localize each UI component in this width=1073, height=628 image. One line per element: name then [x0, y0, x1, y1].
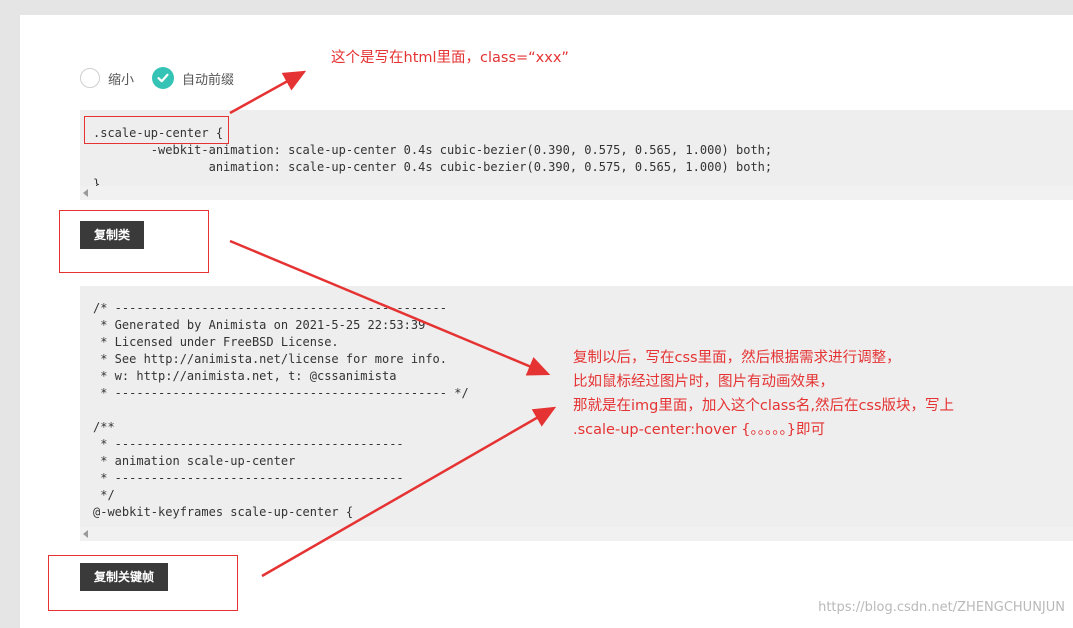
code-line: @-webkit-keyframes scale-up-center {	[93, 505, 354, 519]
code-line: /* -------------------------------------…	[93, 301, 448, 315]
shrink-option[interactable]: 缩小	[80, 66, 134, 90]
watermark: https://blog.csdn.net/ZHENGCHUNJUN	[818, 600, 1065, 615]
scroll-left-icon[interactable]	[83, 530, 88, 538]
class-name-highlight-box	[84, 116, 229, 144]
shrink-radio[interactable]	[80, 68, 100, 88]
code-line: * Generated by Animista on 2021-5-25 22:…	[93, 318, 426, 332]
keyframes-code: /* -------------------------------------…	[93, 300, 469, 521]
keyframes-code-scrollbar[interactable]	[80, 527, 1073, 541]
note-line: .scale-up-center:hover {。。。。。}即可	[573, 422, 825, 438]
code-line: * animation scale-up-center	[93, 454, 296, 468]
check-icon	[157, 73, 169, 83]
auto-prefix-option[interactable]: 自动前缀	[152, 66, 234, 90]
copy-keyframes-highlight-box	[48, 555, 238, 611]
note-line: 复制以后，写在css里面，然后根据需求进行调整，	[573, 350, 901, 366]
note-line: 比如鼠标经过图片时，图片有动画效果，	[573, 374, 834, 390]
code-line: * See http://animista.net/license for mo…	[93, 352, 448, 366]
code-line: * --------------------------------------…	[93, 471, 404, 485]
auto-prefix-label: 自动前缀	[182, 72, 235, 88]
shrink-label: 缩小	[108, 72, 135, 88]
code-line: */	[93, 488, 115, 502]
class-code-scrollbar[interactable]	[80, 186, 1073, 200]
code-line: * --------------------------------------…	[93, 386, 469, 400]
code-line: animation: scale-up-center 0.4s cubic-be…	[93, 160, 773, 174]
auto-prefix-checkbox[interactable]	[152, 67, 174, 89]
code-line: * --------------------------------------…	[93, 437, 404, 451]
note-line: 那就是在img里面，加入这个class名,然后在css版块，写上	[573, 398, 955, 414]
scroll-left-icon[interactable]	[83, 189, 88, 197]
code-line: /**	[93, 420, 115, 434]
code-line: -webkit-animation: scale-up-center 0.4s …	[93, 143, 773, 157]
copy-class-highlight-box	[59, 210, 209, 273]
main-annotation-note: 复制以后，写在css里面，然后根据需求进行调整， 比如鼠标经过图片时，图片有动画…	[573, 346, 954, 442]
top-annotation-note: 这个是写在html里面，class=“xxx”	[331, 50, 569, 66]
code-line: * Licensed under FreeBSD License.	[93, 335, 339, 349]
code-line: * w: http://animista.net, t: @cssanimist…	[93, 369, 397, 383]
